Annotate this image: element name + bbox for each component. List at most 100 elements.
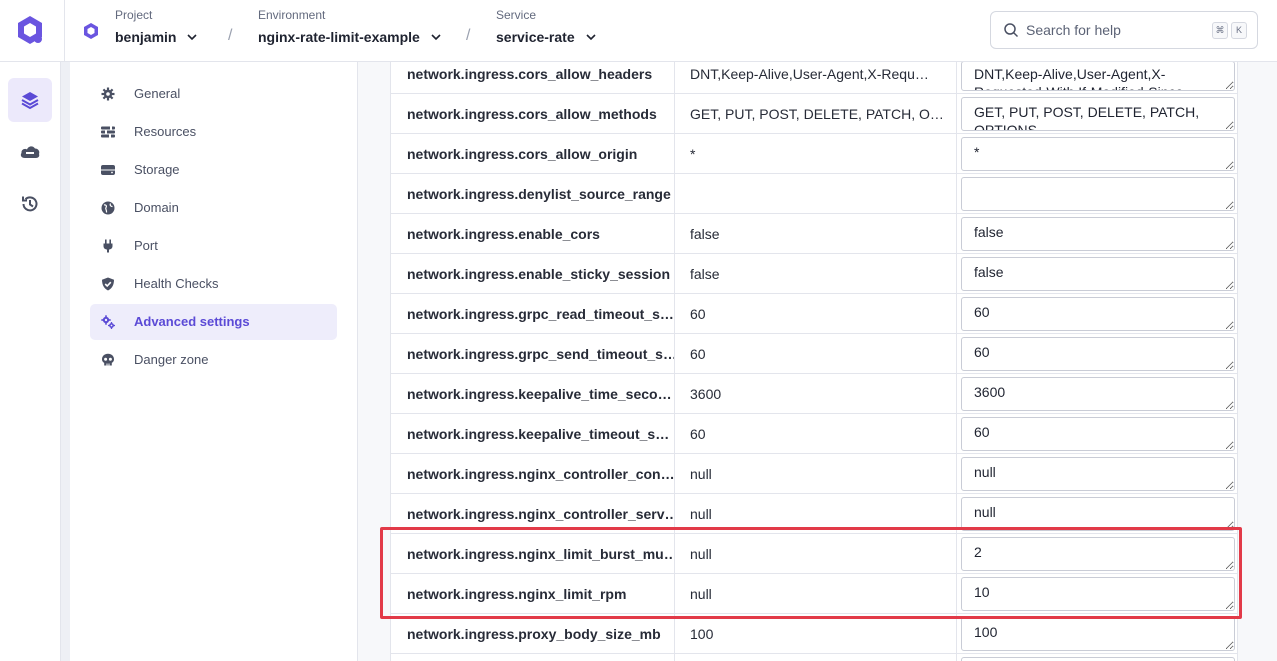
table-row: network.ingress.grpc_send_timeout_s… 60 …	[391, 334, 1237, 374]
left-rail	[0, 62, 61, 661]
breadcrumb-label: Service	[496, 8, 537, 22]
settings-nav-storage[interactable]: Storage	[90, 152, 337, 188]
table-row: network.ingress.cors_allow_origin * *	[391, 134, 1237, 174]
setting-key: network.ingress.denylist_source_range	[391, 174, 675, 214]
setting-value-input[interactable]: 60	[961, 337, 1235, 371]
setting-value-input[interactable]: false	[961, 257, 1235, 291]
advanced-settings-panel: network.ingress.cors_allow_headers DNT,K…	[358, 62, 1277, 661]
search-help-input[interactable]: Search for help ⌘ K	[990, 11, 1258, 49]
setting-default-value	[675, 174, 957, 214]
setting-default-value: null	[675, 534, 957, 574]
setting-key: network.ingress.cors_allow_methods	[391, 94, 675, 134]
setting-key	[391, 654, 675, 661]
setting-default-value: 60	[675, 414, 957, 454]
setting-value-input[interactable]: DNT,Keep-Alive,User-Agent,X-Requested-Wi…	[961, 62, 1235, 91]
breadcrumb-project[interactable]: Project benjamin	[115, 8, 198, 45]
setting-default-value: *	[675, 134, 957, 174]
setting-default-value: DNT,Keep-Alive,User-Agent,X-Requ…	[675, 62, 957, 94]
breadcrumb-service[interactable]: Service service-rate	[496, 8, 597, 45]
setting-default-value: null	[675, 574, 957, 614]
skull-icon	[102, 353, 114, 366]
setting-value-input[interactable]: 2	[961, 537, 1235, 571]
settings-nav-general[interactable]: General	[90, 76, 337, 112]
setting-key: network.ingress.cors_allow_origin	[391, 134, 675, 174]
rail-item-deployments[interactable]	[8, 130, 52, 174]
environment-selector-value[interactable]: nginx-rate-limit-example	[258, 29, 420, 45]
setting-key: network.ingress.enable_sticky_session	[391, 254, 675, 294]
cloud-icon	[20, 146, 40, 158]
table-row: network.ingress.cors_allow_methods GET, …	[391, 94, 1237, 134]
gear-icon	[101, 87, 115, 101]
setting-key: network.ingress.grpc_read_timeout_s…	[391, 294, 675, 334]
rail-item-services[interactable]	[8, 78, 52, 122]
settings-nav-health-checks[interactable]: Health Checks	[90, 266, 337, 302]
chevron-down-icon[interactable]	[430, 31, 442, 43]
table-row: network.ingress.grpc_read_timeout_s… 60 …	[391, 294, 1237, 334]
setting-value-input[interactable]: 3600	[961, 377, 1235, 411]
settings-nav-domain[interactable]: Domain	[90, 190, 337, 226]
setting-default-value: GET, PUT, POST, DELETE, PATCH, O…	[675, 94, 957, 134]
globe-icon	[101, 201, 115, 215]
setting-value-input[interactable]: 100	[961, 617, 1235, 651]
breadcrumb-separator: /	[228, 27, 233, 44]
top-header: Project benjamin / Environment nginx-rat…	[0, 0, 1277, 62]
setting-default-value: false	[675, 254, 957, 294]
chevron-down-icon[interactable]	[186, 31, 198, 43]
service-selector-value[interactable]: service-rate	[496, 29, 575, 45]
table-row: network.ingress.nginx_controller_con… nu…	[391, 454, 1237, 494]
breadcrumb-environment[interactable]: Environment nginx-rate-limit-example	[258, 8, 442, 45]
setting-value-input[interactable]: 60	[961, 297, 1235, 331]
settings-nav-label: Domain	[134, 200, 179, 215]
setting-key: network.ingress.nginx_controller_con…	[391, 454, 675, 494]
setting-value-input[interactable]: 60	[961, 417, 1235, 451]
table-row: network.ingress.enable_sticky_session fa…	[391, 254, 1237, 294]
search-placeholder: Search for help	[1026, 22, 1121, 38]
advanced-settings-table: network.ingress.cors_allow_headers DNT,K…	[390, 62, 1238, 661]
setting-key: network.ingress.nginx_controller_serv…	[391, 494, 675, 534]
setting-value-input[interactable]: 10	[961, 577, 1235, 611]
sliders-icon	[101, 126, 115, 138]
table-row	[391, 654, 1237, 661]
setting-value-input[interactable]	[961, 657, 1235, 661]
project-selector-value[interactable]: benjamin	[115, 29, 176, 45]
setting-value-input[interactable]: null	[961, 497, 1235, 531]
chevron-down-icon[interactable]	[585, 31, 597, 43]
settings-nav-resources[interactable]: Resources	[90, 114, 337, 150]
breadcrumb-label: Project	[115, 8, 153, 22]
table-row: network.ingress.nginx_limit_burst_mu… nu…	[391, 534, 1237, 574]
setting-default-value: 60	[675, 334, 957, 374]
setting-key: network.ingress.grpc_send_timeout_s…	[391, 334, 675, 374]
settings-nav-label: Advanced settings	[134, 314, 250, 329]
setting-value-input[interactable]: null	[961, 457, 1235, 491]
layers-icon	[21, 92, 39, 110]
table-row: network.ingress.nginx_limit_rpm null 10	[391, 574, 1237, 614]
hard-drive-icon	[101, 165, 115, 175]
setting-value-input[interactable]: GET, PUT, POST, DELETE, PATCH, OPTIONS	[961, 97, 1235, 131]
table-row: network.ingress.denylist_source_range	[391, 174, 1237, 214]
settings-nav-label: Resources	[134, 124, 197, 139]
settings-nav-advanced-settings[interactable]: Advanced settings	[90, 304, 337, 340]
project-icon	[84, 23, 98, 39]
settings-nav-label: Storage	[134, 162, 180, 177]
settings-nav-port[interactable]: Port	[90, 228, 337, 264]
table-row: network.ingress.proxy_body_size_mb 100 1…	[391, 614, 1237, 654]
rail-item-history[interactable]	[8, 182, 52, 226]
setting-key: network.ingress.nginx_limit_rpm	[391, 574, 675, 614]
table-row: network.ingress.nginx_controller_serv… n…	[391, 494, 1237, 534]
setting-default-value: 3600	[675, 374, 957, 414]
breadcrumb-separator: /	[466, 27, 471, 44]
setting-key: network.ingress.cors_allow_headers	[391, 62, 675, 94]
setting-value-input[interactable]: false	[961, 217, 1235, 251]
setting-value-input[interactable]	[961, 177, 1235, 211]
shield-check-icon	[102, 277, 114, 291]
setting-value-input[interactable]: *	[961, 137, 1235, 171]
settings-nav-danger-zone[interactable]: Danger zone	[90, 342, 337, 378]
setting-default-value: null	[675, 454, 957, 494]
history-icon	[22, 196, 38, 212]
qovery-logo-icon[interactable]	[13, 13, 47, 47]
table-row: network.ingress.enable_cors false false	[391, 214, 1237, 254]
search-icon	[1004, 23, 1019, 38]
setting-key: network.ingress.keepalive_time_seco…	[391, 374, 675, 414]
shortcut-key-cmd: ⌘	[1212, 22, 1228, 39]
header-divider	[64, 0, 65, 62]
